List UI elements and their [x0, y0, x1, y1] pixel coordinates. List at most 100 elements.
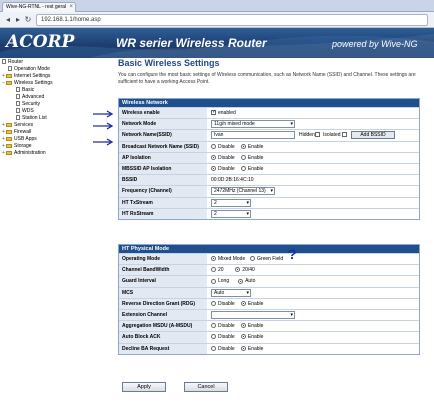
row-label: MBSSID AP Isolation: [119, 163, 207, 175]
sidebar-item-router[interactable]: Router: [2, 59, 23, 65]
row-ssid: Network Name(SSID) Ivan Hidden Isolated …: [119, 129, 419, 141]
bssid-value: 00:0D:2B:16:4C:10: [211, 177, 254, 184]
row-label: AP Isolation: [119, 152, 207, 163]
ssid-hidden-checkbox[interactable]: [315, 132, 320, 138]
page-icon: [16, 87, 20, 93]
guard-long-radio[interactable]: [211, 278, 216, 284]
forward-icon[interactable]: ▸: [13, 15, 23, 25]
row-wireless-enable: Wireless enable ✓ enabled: [119, 107, 419, 119]
url-input[interactable]: 192.168.1.1/home.asp: [36, 14, 428, 26]
header-banner: ACORP ® WR serier Wireless Router powere…: [0, 28, 434, 58]
green-field-radio[interactable]: [250, 256, 256, 262]
registered-mark: ®: [63, 34, 67, 40]
row-label: Frequency (Channel): [119, 186, 207, 197]
folder-icon: [6, 143, 12, 148]
tx-stream-select[interactable]: 2 ▾: [211, 198, 251, 207]
browser-tab-title: Wive-NG-RTNL - rest geral: [6, 4, 67, 10]
annotation-arrow-icon: [93, 138, 114, 146]
banner-title: WR serier Wireless Router: [116, 36, 267, 50]
sidebar-item-basic[interactable]: Basic: [16, 87, 34, 93]
chevron-down-icon: ▾: [290, 121, 293, 128]
sidebar-item-advanced[interactable]: Advanced: [16, 94, 44, 100]
extension-channel-select[interactable]: ▾: [211, 310, 295, 319]
ssid-input[interactable]: Ivan: [211, 131, 295, 140]
page-icon: [16, 94, 20, 100]
row-label: Auto Block ACK: [119, 332, 207, 343]
sidebar-item-station-list[interactable]: Station List: [16, 115, 47, 121]
annotation-question-mark: ?: [288, 246, 297, 262]
row-label: Wireless enable: [119, 108, 207, 119]
chevron-down-icon: ▾: [246, 289, 249, 296]
ap-isolation-enable-radio[interactable]: [240, 154, 246, 160]
page-icon: [16, 115, 20, 121]
broadcast-disable-radio[interactable]: [211, 143, 216, 149]
row-label: Network Mode: [119, 119, 207, 130]
row-network-mode: Network Mode 11g/n mixed mode ▾: [119, 118, 419, 130]
add-bssid-button[interactable]: Add BSSID: [351, 131, 395, 140]
sidebar-item-usb-apps[interactable]: + USB Apps: [2, 136, 37, 142]
row-label: HT RxStream: [119, 208, 207, 219]
mbssid-disable-radio[interactable]: [211, 166, 216, 172]
row-label: Decline BA Request: [119, 343, 207, 354]
row-rx-stream: HT RxStream 2 ▾: [119, 207, 419, 219]
sidebar-item-internet-settings[interactable]: + Internet Settings: [2, 73, 50, 79]
sidebar-item-operation-mode[interactable]: Operation Mode: [8, 66, 50, 72]
sidebar-item-firewall[interactable]: + Firewall: [2, 129, 31, 135]
amsdu-disable-radio[interactable]: [211, 323, 216, 329]
auto-block-ack-enable-radio[interactable]: [240, 334, 246, 340]
row-amsdu: Aggregation MSDU (A-MSDU) Disable Enable: [119, 320, 419, 332]
cancel-button[interactable]: Cancel: [184, 382, 228, 392]
decline-ba-enable-radio[interactable]: [240, 345, 246, 351]
bandwidth-2040-radio[interactable]: [235, 267, 241, 273]
row-channel-bandwidth: Channel BandWidth 20 20/40: [119, 264, 419, 276]
mbssid-enable-radio[interactable]: [240, 166, 246, 172]
rdg-enable-radio[interactable]: [240, 300, 246, 306]
frequency-select[interactable]: 2472MHz (Channel 13) ▾: [211, 187, 275, 196]
row-label: Broadcast Network Name (SSID): [119, 141, 207, 152]
banner-powered-by: powered by Wive-NG: [332, 39, 418, 49]
wireless-enable-checkbox[interactable]: ✓: [211, 110, 216, 116]
row-rdg: Reverse Direction Grant (RDG) Disable En…: [119, 297, 419, 309]
bandwidth-20-radio[interactable]: [211, 267, 216, 273]
folder-open-icon: [6, 80, 12, 85]
ap-isolation-disable-radio[interactable]: [211, 154, 216, 160]
row-bssid: BSSID 00:0D:2B:16:4C:10: [119, 174, 419, 186]
page-icon: [16, 101, 20, 107]
sidebar-item-administration[interactable]: + Administration: [2, 150, 46, 156]
back-icon[interactable]: ◂: [3, 15, 13, 25]
decline-ba-disable-radio[interactable]: [211, 345, 216, 351]
row-extension-channel: Extension Channel ▾: [119, 308, 419, 321]
rdg-disable-radio[interactable]: [211, 300, 216, 306]
annotation-arrow-icon: [93, 122, 114, 130]
rx-stream-select[interactable]: 2 ▾: [211, 209, 251, 218]
chevron-down-icon: ▾: [290, 311, 293, 318]
page-intro: You can configure the most basic setting…: [118, 72, 416, 85]
auto-block-ack-disable-radio[interactable]: [211, 334, 216, 340]
sidebar-item-security[interactable]: Security: [16, 101, 40, 107]
reload-icon[interactable]: ↻: [23, 15, 33, 25]
folder-icon: [6, 73, 12, 78]
row-label: Extension Channel: [119, 309, 207, 321]
amsdu-enable-radio[interactable]: [240, 323, 246, 329]
browser-tab[interactable]: Wive-NG-RTNL - rest geral ×: [2, 2, 76, 12]
guard-auto-radio[interactable]: [238, 278, 244, 284]
folder-icon: [6, 136, 12, 141]
row-label: HT TxStream: [119, 197, 207, 208]
row-label: Operating Mode: [119, 254, 207, 265]
tab-close-icon[interactable]: ×: [69, 3, 73, 12]
network-mode-select[interactable]: 11g/n mixed mode ▾: [211, 120, 295, 129]
main-content: Basic Wireless Settings You can configur…: [114, 58, 430, 407]
mixed-mode-radio[interactable]: [211, 256, 216, 262]
section-heading: HT Physical Mode: [119, 245, 419, 253]
section-heading: Wireless Network: [119, 99, 419, 107]
row-decline-ba: Decline BA Request Disable Enable: [119, 342, 419, 354]
sidebar-item-services[interactable]: + Services: [2, 122, 33, 128]
row-label: Reverse Direction Grant (RDG): [119, 298, 207, 309]
sidebar-item-wds[interactable]: WDS: [16, 108, 34, 114]
sidebar-item-storage[interactable]: + Storage: [2, 143, 32, 149]
mcs-select[interactable]: Auto ▾: [211, 288, 251, 297]
broadcast-enable-radio[interactable]: [240, 143, 246, 149]
apply-button[interactable]: Apply: [122, 382, 166, 392]
sidebar-item-wireless-settings[interactable]: − Wireless Settings: [2, 80, 53, 86]
ssid-isolated-checkbox[interactable]: [342, 132, 347, 138]
